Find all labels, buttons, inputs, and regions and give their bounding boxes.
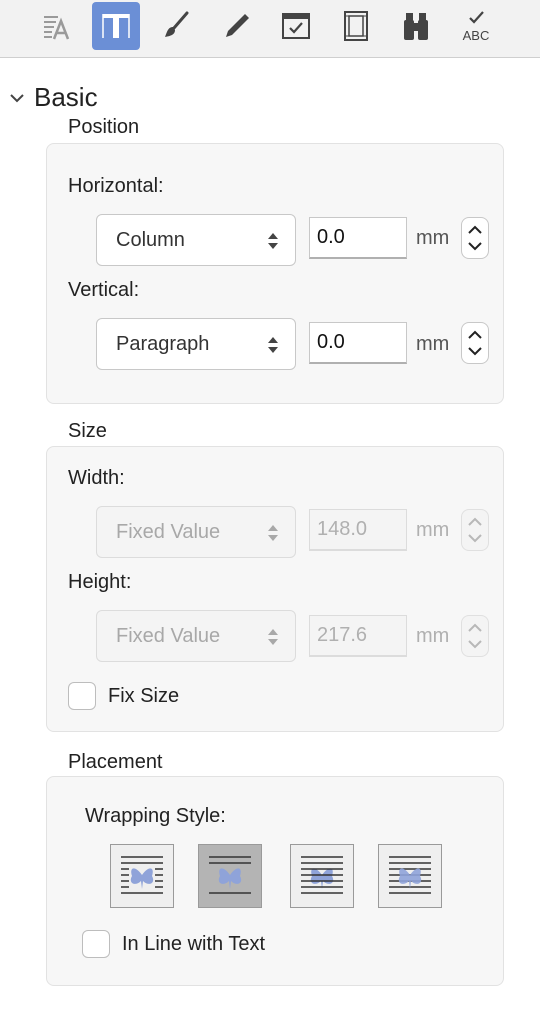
pen-tool[interactable] bbox=[212, 2, 260, 50]
section-title: Basic bbox=[34, 82, 98, 112]
spellcheck-tool[interactable]: ABC bbox=[452, 2, 500, 50]
vertical-select[interactable]: Paragraph bbox=[96, 318, 296, 370]
wrap-top-bottom-button[interactable] bbox=[198, 844, 262, 908]
width-input[interactable]: 148.0 bbox=[309, 509, 407, 551]
chevron-down-icon bbox=[10, 93, 24, 102]
vertical-label: Vertical: bbox=[68, 279, 140, 301]
select-arrows-icon bbox=[268, 233, 278, 249]
width-unit: mm bbox=[416, 519, 450, 541]
select-arrows-icon bbox=[268, 525, 278, 541]
horizontal-offset-input[interactable]: 0.0 bbox=[309, 217, 407, 259]
horizontal-label: Horizontal: bbox=[68, 175, 164, 197]
horizontal-select-value: Column bbox=[116, 228, 185, 251]
height-select[interactable]: Fixed Value bbox=[96, 610, 296, 662]
find-tool[interactable] bbox=[392, 2, 440, 50]
wrap-top-bottom-icon bbox=[209, 856, 251, 894]
wrap-square-icon bbox=[121, 856, 163, 894]
wrap-in-front-of-text-button[interactable] bbox=[378, 844, 442, 908]
horizontal-unit: mm bbox=[416, 227, 450, 249]
fix-size-label: Fix Size bbox=[108, 685, 180, 707]
basic-section-header[interactable]: Basic bbox=[8, 82, 98, 113]
size-label: Size bbox=[68, 420, 107, 442]
stepper-arrows-icon bbox=[468, 517, 482, 543]
brush-tool[interactable] bbox=[152, 2, 200, 50]
form-tool[interactable] bbox=[272, 2, 320, 50]
wrapping-style-label: Wrapping Style: bbox=[85, 805, 226, 827]
width-select[interactable]: Fixed Value bbox=[96, 506, 296, 558]
brush-icon bbox=[165, 11, 189, 37]
stepper-arrows-icon bbox=[468, 623, 482, 649]
stepper-arrows-icon bbox=[468, 225, 482, 251]
vertical-select-value: Paragraph bbox=[116, 332, 210, 355]
horizontal-stepper[interactable] bbox=[461, 217, 489, 259]
width-stepper[interactable] bbox=[461, 509, 489, 551]
position-label: Position bbox=[68, 116, 140, 138]
vertical-unit: mm bbox=[416, 333, 450, 355]
vertical-offset-input[interactable]: 0.0 bbox=[309, 322, 407, 364]
height-input[interactable]: 217.6 bbox=[309, 615, 407, 657]
height-unit: mm bbox=[416, 625, 450, 647]
inline-with-text-checkbox[interactable] bbox=[82, 930, 110, 958]
wrap-behind-text-button[interactable] bbox=[290, 844, 354, 908]
width-select-value: Fixed Value bbox=[116, 520, 221, 543]
text-style-icon bbox=[44, 16, 70, 40]
select-arrows-icon bbox=[268, 629, 278, 645]
position-tool[interactable] bbox=[92, 2, 140, 50]
frame-icon bbox=[344, 11, 368, 41]
frame-position-icon bbox=[102, 14, 130, 38]
horizontal-select[interactable]: Column bbox=[96, 214, 296, 266]
wrap-behind-text-icon bbox=[301, 856, 343, 894]
svg-text:ABC: ABC bbox=[463, 28, 490, 43]
window-check-icon bbox=[282, 13, 310, 39]
select-arrows-icon bbox=[268, 337, 278, 353]
height-stepper[interactable] bbox=[461, 615, 489, 657]
abc-check-icon: ABC bbox=[463, 11, 490, 43]
inline-with-text-label: In Line with Text bbox=[122, 933, 266, 955]
placement-label: Placement bbox=[68, 751, 163, 773]
character-style-tool[interactable] bbox=[32, 2, 80, 50]
wrap-in-front-icon bbox=[389, 856, 431, 894]
inspector-toolbar: ABC bbox=[0, 0, 540, 58]
pen-icon bbox=[226, 14, 249, 37]
binoculars-icon bbox=[404, 13, 428, 40]
height-select-value: Fixed Value bbox=[116, 624, 221, 647]
wrap-square-button[interactable] bbox=[110, 844, 174, 908]
fix-size-checkbox[interactable] bbox=[68, 682, 96, 710]
stepper-arrows-icon bbox=[468, 330, 482, 356]
height-label: Height: bbox=[68, 571, 132, 593]
vertical-stepper[interactable] bbox=[461, 322, 489, 364]
width-label: Width: bbox=[68, 467, 125, 489]
frame-tool[interactable] bbox=[332, 2, 380, 50]
